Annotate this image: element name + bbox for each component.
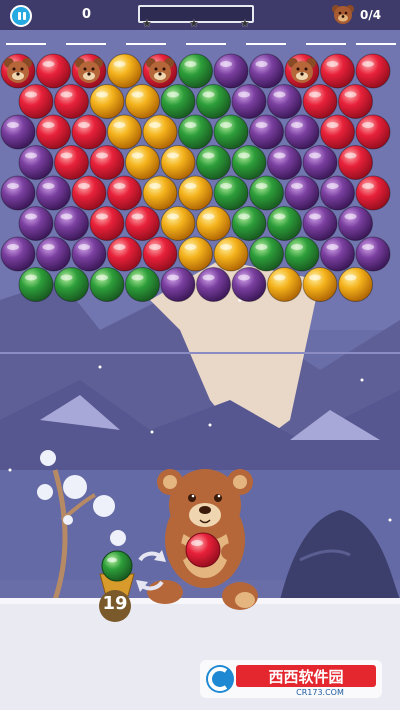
score-value: 0 bbox=[82, 7, 92, 22]
game-stage[interactable]: 0 ★ ★ ★ 0/4 19 西西软件园 CR173.COM bbox=[0, 0, 400, 710]
watermark-brand: 西西软件园 bbox=[268, 668, 343, 686]
watermark-site: CR173.COM bbox=[296, 688, 344, 697]
star-icon: ★ bbox=[142, 17, 152, 30]
watermark-logo: 西西软件园 CR173.COM bbox=[200, 660, 382, 698]
remaining-shots-counter: 19 bbox=[102, 593, 128, 614]
launcher-area bbox=[99, 469, 258, 622]
current-bubble[interactable] bbox=[185, 532, 221, 568]
top-hud: 0 ★ ★ ★ 0/4 bbox=[0, 0, 400, 30]
star-icon: ★ bbox=[189, 17, 199, 30]
bear-goal-icon bbox=[332, 5, 354, 24]
star-progress-bar: ★ ★ ★ bbox=[138, 5, 254, 30]
next-bubble[interactable] bbox=[101, 550, 133, 582]
star-icon: ★ bbox=[240, 17, 250, 30]
pause-button[interactable] bbox=[10, 5, 32, 27]
bear-goal-counter: 0/4 bbox=[360, 8, 382, 22]
